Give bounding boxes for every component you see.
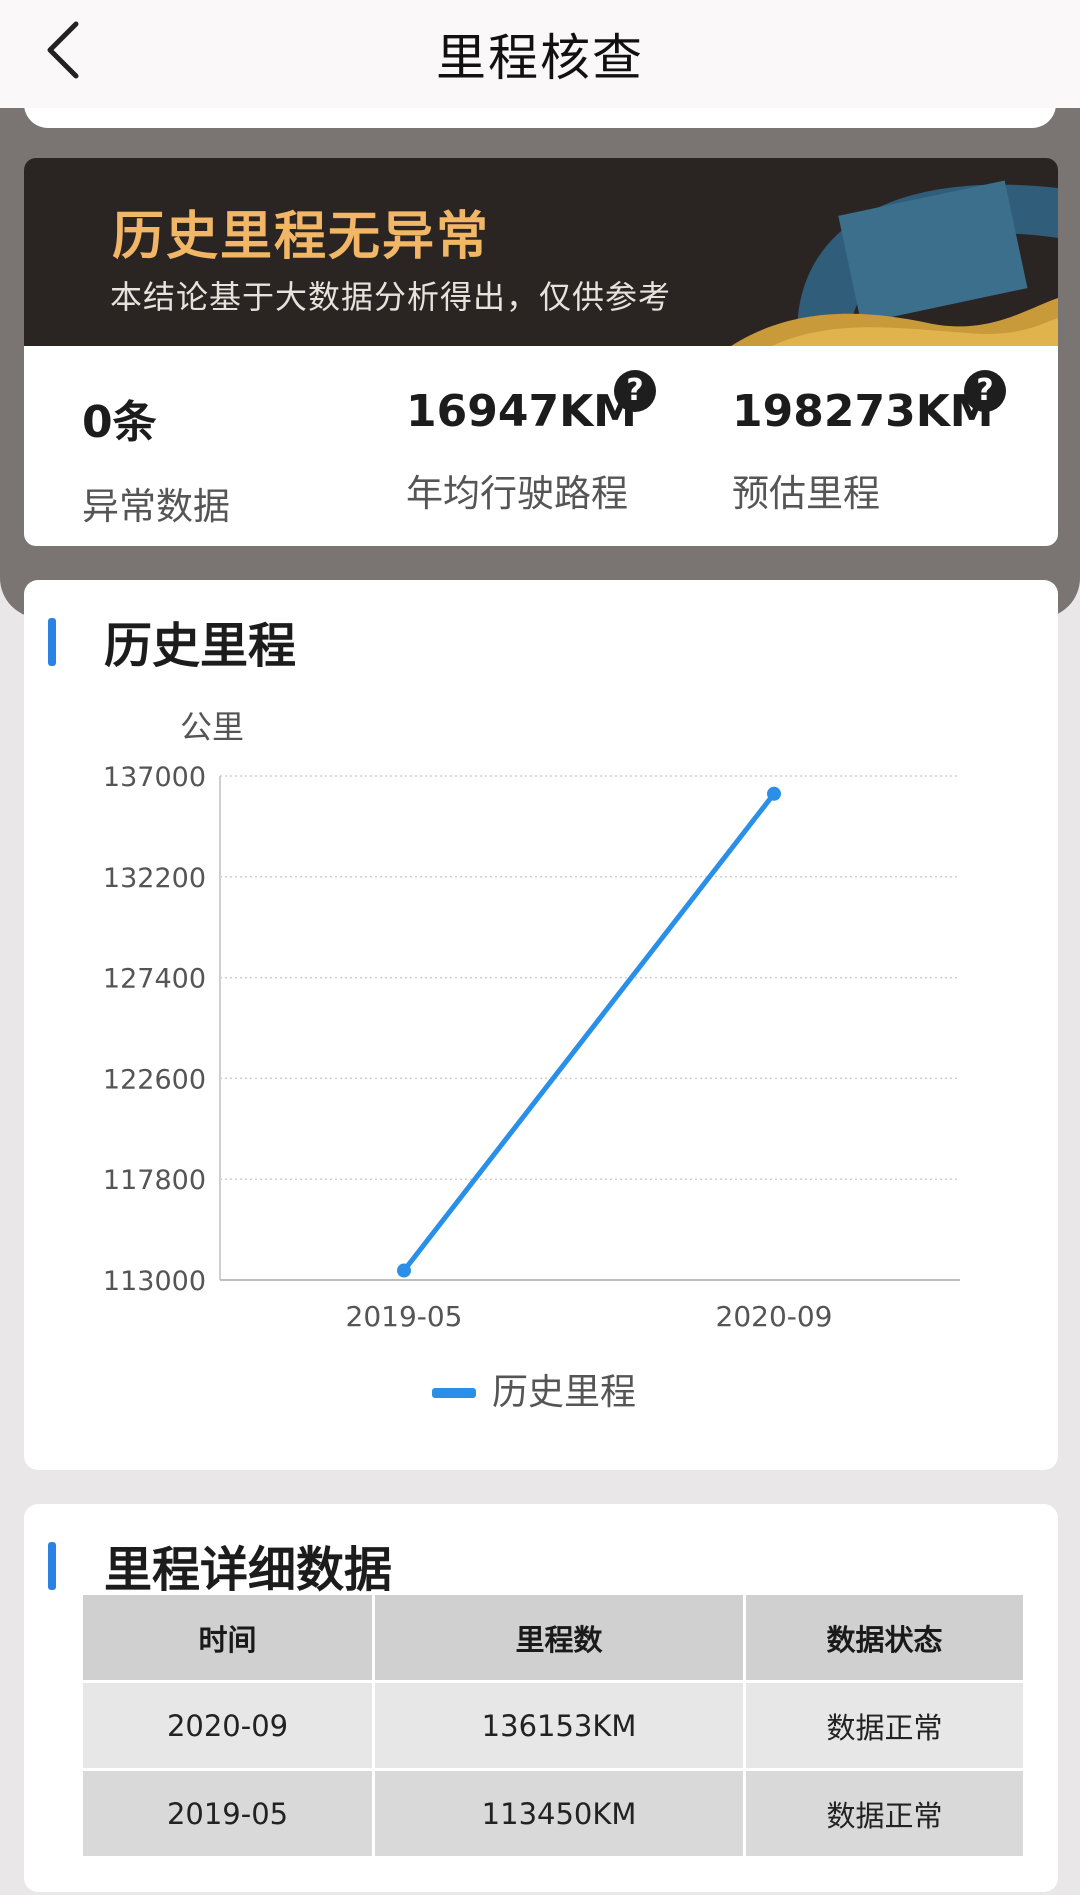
stat-annual-mileage: 16947KM 年均行驶路程 xyxy=(406,386,637,517)
column-header: 时间 xyxy=(79,1592,376,1683)
column-header: 数据状态 xyxy=(743,1592,1026,1683)
series-line-历史里程 xyxy=(401,791,777,1274)
table-cell-status: 数据正常 xyxy=(743,1768,1026,1859)
table-row: 2019-05 113450KM 数据正常 xyxy=(79,1768,1026,1859)
y-tick-label: 113000 xyxy=(103,1266,206,1297)
page-title: 里程核查 xyxy=(436,29,644,87)
legend-label: 历史里程 xyxy=(492,1372,636,1413)
x-tick-label: 2020-09 xyxy=(716,1300,833,1333)
section-title: 里程详细数据 xyxy=(48,1530,392,1600)
stat-value: 198273KM xyxy=(732,386,994,437)
banner-subtitle: 本结论基于大数据分析得出，仅供参考 xyxy=(110,278,672,316)
table-cell-mileage: 136153KM xyxy=(372,1680,747,1771)
table-header-row: 时间 里程数 数据状态 xyxy=(79,1592,1026,1683)
column-header: 里程数 xyxy=(372,1592,747,1683)
banner-headline: 历史里程无异常 xyxy=(112,207,491,267)
mileage-detail-card: 里程详细数据 时间 里程数 数据状态 2020-09 136153KM 数据正常… xyxy=(24,1504,1058,1892)
y-tick-label: 127400 xyxy=(103,964,206,995)
table-cell-status: 数据正常 xyxy=(743,1680,1026,1771)
history-line-chart: 公里 137000 132200 127400 122600 117800 113000 20… xyxy=(103,708,960,1413)
banner-decoration-graphic xyxy=(728,180,1058,348)
stat-label: 年均行驶路程 xyxy=(406,472,628,515)
help-icon[interactable]: ? xyxy=(964,370,1006,412)
y-tick-label: 117800 xyxy=(103,1165,206,1196)
top-nav-bar: 里程核查 xyxy=(0,0,1080,108)
y-tick-label: 122600 xyxy=(103,1064,206,1095)
stats-panel: 0条 异常数据 16947KM 年均行驶路程 ? 198273KM 预估里程 ? xyxy=(24,346,1058,546)
y-tick-label: 132200 xyxy=(103,863,206,894)
section-accent-bar xyxy=(48,1542,56,1590)
stat-label: 预估里程 xyxy=(732,472,880,515)
y-axis-label: 公里 xyxy=(180,708,244,746)
history-mileage-card: 历史里程 公里 137000 132200 127400 122600 117800 113… xyxy=(24,580,1058,1470)
table-cell-time: 2020-09 xyxy=(79,1680,376,1771)
data-point xyxy=(397,1263,411,1278)
y-tick-label: 137000 xyxy=(103,762,206,793)
stat-label: 异常数据 xyxy=(82,485,230,528)
stat-abnormal-data: 0条 异常数据 xyxy=(82,386,230,530)
data-point xyxy=(767,786,781,801)
stat-value: 16947KM xyxy=(406,386,637,437)
table-cell-mileage: 113450KM xyxy=(372,1768,747,1859)
stat-estimated-mileage: 198273KM 预估里程 xyxy=(732,386,994,517)
mileage-detail-table: 时间 里程数 数据状态 2020-09 136153KM 数据正常 2019-0… xyxy=(79,1592,1026,1859)
x-tick-label: 2019-05 xyxy=(346,1300,463,1333)
stat-value: 0条 xyxy=(82,397,157,448)
table-row: 2020-09 136153KM 数据正常 xyxy=(79,1680,1026,1771)
legend-swatch xyxy=(432,1388,476,1398)
table-cell-time: 2019-05 xyxy=(79,1768,376,1859)
result-banner: 历史里程无异常 本结论基于大数据分析得出，仅供参考 xyxy=(24,158,1058,348)
help-icon[interactable]: ? xyxy=(614,370,656,412)
